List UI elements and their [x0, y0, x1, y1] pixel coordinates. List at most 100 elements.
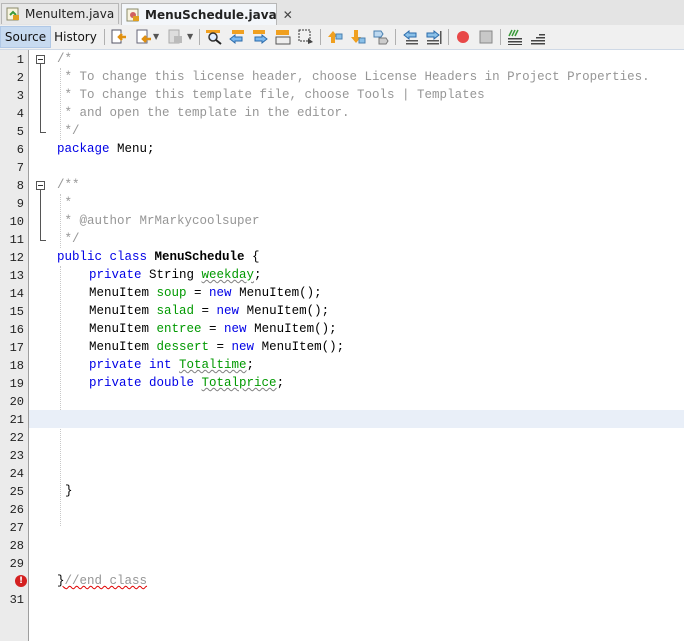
code-line-16: MenuItem entree = new MenuItem();: [29, 320, 684, 338]
line-number: 12: [9, 251, 24, 265]
keyword: private: [89, 268, 142, 282]
code-text: ;: [276, 376, 285, 390]
line-number: 3: [16, 89, 24, 103]
line-number: 7: [16, 161, 24, 175]
uncomment-icon[interactable]: [530, 29, 546, 45]
code-editor[interactable]: /* * To change this license header, choo…: [29, 50, 684, 641]
line-number: 23: [9, 449, 24, 463]
back-dropdown-icon[interactable]: ▼: [153, 32, 161, 48]
code-text: MenuItem();: [231, 286, 322, 300]
find-icon[interactable]: [206, 29, 222, 45]
code-line-12: public class MenuSchedule {: [29, 248, 684, 266]
tab-menuitem-java[interactable]: MenuItem.java ✕: [1, 3, 130, 24]
line-number: 5: [16, 125, 24, 139]
toggle-bookmark-icon[interactable]: [373, 29, 389, 45]
find-previous-icon[interactable]: [229, 29, 245, 45]
history-view-button[interactable]: History: [52, 26, 99, 48]
keyword: public class: [57, 250, 148, 264]
code-line-30: }//end class: [29, 572, 684, 590]
error-icon[interactable]: !: [15, 575, 27, 587]
find-next-icon[interactable]: [252, 29, 268, 45]
comment-icon[interactable]: [507, 29, 523, 45]
line-number: 14: [9, 287, 24, 301]
line-number: 25: [9, 485, 24, 499]
previous-bookmark-icon[interactable]: [327, 29, 343, 45]
field-name: soup: [156, 286, 187, 300]
field-name: Totaltime: [179, 358, 247, 372]
code-text: MenuItem();: [254, 340, 345, 354]
code-text: Menu;: [109, 142, 155, 156]
keyword: new: [224, 322, 247, 336]
comment-text: /**: [57, 178, 80, 192]
line-number: 1: [16, 53, 24, 67]
comment-text: /*: [57, 52, 73, 66]
toggle-highlight-search-icon[interactable]: [275, 29, 291, 45]
field-name: entree: [156, 322, 202, 336]
comment-text: * @author MrMarkycoolsuper: [57, 214, 260, 228]
code-line-5: */: [29, 122, 684, 140]
code-line-2: * To change this license header, choose …: [29, 68, 684, 86]
line-number: 26: [9, 503, 24, 517]
forward-icon[interactable]: [168, 29, 184, 45]
source-view-button[interactable]: Source: [0, 26, 51, 48]
java-file-icon: [6, 7, 20, 21]
code-text: ;: [246, 358, 255, 372]
code-text: MenuItem();: [239, 304, 330, 318]
code-text: =: [186, 286, 210, 300]
line-number: 24: [9, 467, 24, 481]
keyword: new: [209, 286, 232, 300]
keyword: private int: [89, 358, 172, 372]
line-number: 17: [9, 341, 24, 355]
line-number: 4: [16, 107, 24, 121]
code-line-8: /**: [29, 176, 684, 194]
line-number: 2: [16, 71, 24, 85]
toggle-rectangular-selection-icon[interactable]: [298, 29, 314, 45]
code-text: MenuItem();: [246, 322, 337, 336]
line-number: 29: [9, 557, 24, 571]
forward-dropdown-icon[interactable]: ▼: [187, 32, 195, 48]
field-name: salad: [156, 304, 195, 318]
comment-text: * To change this template file, choose T…: [57, 88, 485, 102]
line-number: 11: [9, 233, 24, 247]
toolbar-separator: [199, 29, 200, 45]
field-name: dessert: [156, 340, 210, 354]
last-edit-icon[interactable]: [111, 29, 127, 45]
line-number: 31: [9, 593, 24, 607]
code-text: MenuItem: [89, 286, 157, 300]
line-number-gutter[interactable]: 1 2 3 4 5 6 7 8 9 10 11 12 13 14 15 16 1…: [0, 50, 29, 641]
line-number: 18: [9, 359, 24, 373]
start-macro-recording-icon[interactable]: [455, 29, 471, 45]
code-text: =: [201, 322, 225, 336]
code-text: {: [244, 250, 260, 264]
tab-menuschedule-java[interactable]: MenuSchedule.java ✕: [121, 3, 293, 25]
line-number: 27: [9, 521, 24, 535]
line-number: 8: [16, 179, 24, 193]
line-number: 6: [16, 143, 24, 157]
code-text: =: [194, 304, 217, 318]
code-line-3: * To change this template file, choose T…: [29, 86, 684, 104]
shift-line-left-icon[interactable]: [403, 29, 419, 45]
tab-label: MenuSchedule.java: [145, 7, 277, 22]
shift-line-right-icon[interactable]: [426, 29, 442, 45]
keyword: package: [57, 142, 110, 156]
keyword: new: [231, 340, 255, 354]
back-icon[interactable]: [136, 29, 152, 45]
next-bookmark-icon[interactable]: [350, 29, 366, 45]
code-text: =: [209, 340, 232, 354]
toolbar-separator: [104, 29, 105, 45]
java-file-icon: [126, 8, 140, 22]
tab-label: MenuItem.java: [25, 7, 115, 21]
stop-macro-recording-icon[interactable]: [478, 29, 494, 45]
close-tab-icon[interactable]: ✕: [277, 8, 293, 22]
code-text: MenuItem: [89, 340, 157, 354]
keyword: new: [216, 304, 240, 318]
comment-text: * To change this license header, choose …: [57, 70, 650, 84]
comment-text: */: [57, 124, 80, 138]
code-text: }: [57, 574, 65, 588]
line-number: 19: [9, 377, 24, 391]
field-name: Totalprice: [201, 376, 277, 390]
line-number: 20: [9, 395, 24, 409]
code-line-4: * and open the template in the editor.: [29, 104, 684, 122]
toolbar-separator: [500, 29, 501, 45]
code-text: }: [65, 484, 73, 498]
